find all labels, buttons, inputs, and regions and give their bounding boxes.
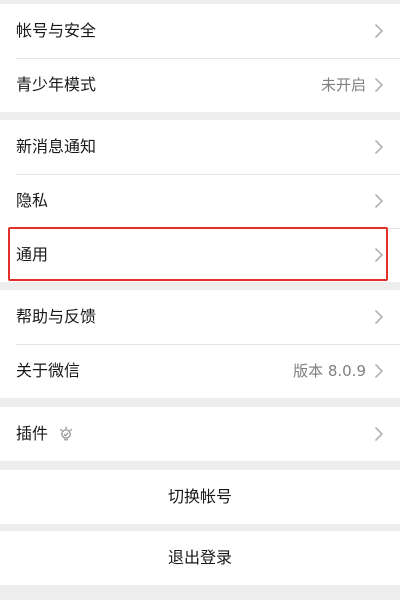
row-privacy[interactable]: 隐私 xyxy=(0,174,400,228)
chevron-right-icon xyxy=(375,78,383,92)
chevron-right-icon xyxy=(375,310,383,324)
switch-account-button[interactable]: 切换帐号 xyxy=(0,470,400,524)
lightbulb-icon xyxy=(60,426,72,441)
logout-button[interactable]: 退出登录 xyxy=(0,531,400,585)
row-general[interactable]: 通用 xyxy=(0,228,400,282)
settings-group-plugins: 插件 xyxy=(0,407,400,461)
settings-group-help: 帮助与反馈 关于微信 版本 8.0.9 xyxy=(0,290,400,398)
row-plugins[interactable]: 插件 xyxy=(0,407,400,461)
row-label: 帮助与反馈 xyxy=(16,307,97,326)
row-label: 新消息通知 xyxy=(16,137,97,156)
chevron-right-icon xyxy=(375,140,383,154)
settings-group-account: 帐号与安全 青少年模式 未开启 xyxy=(0,4,400,112)
row-value: 未开启 xyxy=(320,76,366,94)
row-teen-mode[interactable]: 青少年模式 未开启 xyxy=(0,58,400,112)
row-label: 帐号与安全 xyxy=(16,21,97,40)
logout-label: 退出登录 xyxy=(167,548,232,567)
row-label: 青少年模式 xyxy=(16,75,97,94)
chevron-right-icon xyxy=(375,194,383,208)
row-label: 关于微信 xyxy=(16,361,81,380)
row-help-feedback[interactable]: 帮助与反馈 xyxy=(0,290,400,344)
row-new-message-notification[interactable]: 新消息通知 xyxy=(0,120,400,174)
chevron-right-icon xyxy=(375,24,383,38)
row-account-security[interactable]: 帐号与安全 xyxy=(0,4,400,58)
version-value: 版本 8.0.9 xyxy=(293,362,366,380)
row-label: 隐私 xyxy=(16,191,49,210)
chevron-right-icon xyxy=(375,364,383,378)
row-label: 插件 xyxy=(16,424,49,443)
switch-account-label: 切换帐号 xyxy=(167,487,232,506)
chevron-right-icon xyxy=(375,248,383,262)
settings-page: 帐号与安全 青少年模式 未开启 新消息通知 隐私 通用 帮助与反馈 关于微信 版… xyxy=(0,0,400,600)
chevron-right-icon xyxy=(375,427,383,441)
row-about-wechat[interactable]: 关于微信 版本 8.0.9 xyxy=(0,344,400,398)
row-label: 通用 xyxy=(16,245,49,264)
settings-group-general: 新消息通知 隐私 通用 xyxy=(0,120,400,282)
